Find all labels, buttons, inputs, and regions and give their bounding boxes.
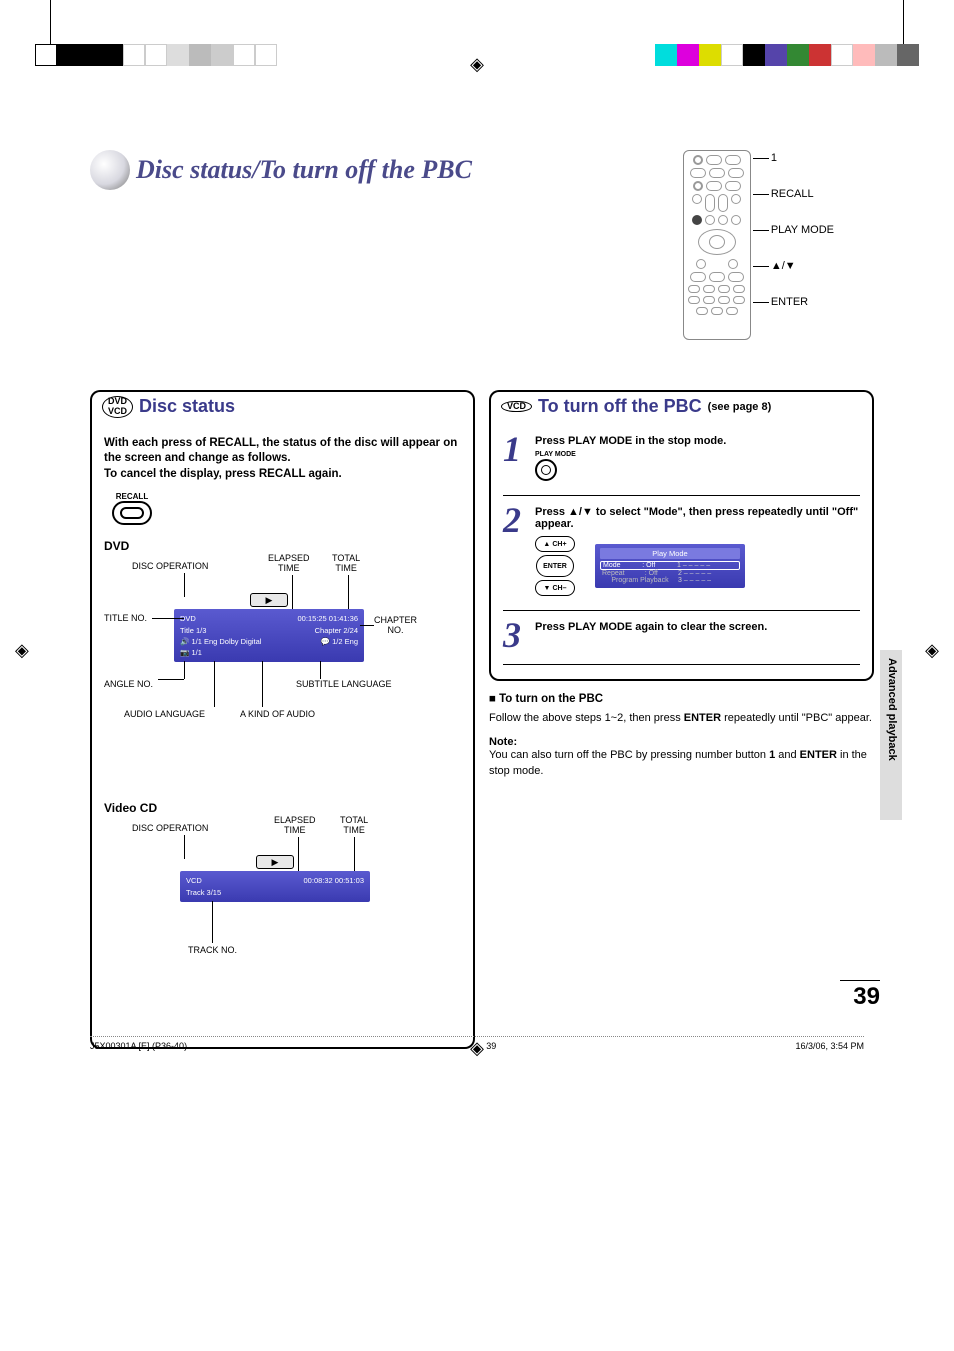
intro-text-2: To cancel the display, press RECALL agai… [104,468,342,480]
disc-status-title: Disc status [139,396,235,417]
callout-track-no: TRACK NO. [188,945,237,955]
play-mode-osd: Play Mode Mode: Off1 – – – – – Repeat: O… [595,544,745,588]
callout-disc-operation: DISC OPERATION [132,561,208,571]
remote-control-diagram: 1 RECALL PLAY MODE ▲/▼ ENTER [683,150,834,340]
page-number: 39 [840,980,880,1011]
registration-mark-bottom: ◈ [470,1038,484,1059]
step-number-2: 2 [503,506,527,596]
footer-right: 16/3/06, 3:54 PM [795,1041,864,1051]
note-text: You can also turn off the PBC by pressin… [489,748,874,779]
pbc-subtitle: (see page 8) [708,401,772,413]
callout-subtitle-lang: SUBTITLE LANGUAGE [296,679,392,689]
note-label: Note: [489,736,874,748]
callout-audio-kind: A KIND OF AUDIO [240,709,315,719]
callout-audio-lang: AUDIO LANGUAGE [124,709,205,719]
turn-on-pbc-title: ■ To turn on the PBC [489,693,874,705]
callout-vcd-elapsed: ELAPSED TIME [274,815,316,835]
dpad-up-icon: ▲▲CH+CH+ [535,536,575,552]
play-indicator-icon-2: ▶ [256,855,294,869]
callout-total: TOTAL TIME [332,553,360,573]
step-number-1: 1 [503,435,527,481]
play-indicator-icon: ▶ [250,593,288,607]
pbc-title: To turn off the PBC [538,396,702,417]
dvd-heading: DVD [104,539,461,553]
dpad-enter-icon: ENTER [536,555,574,577]
dvd-osd-box: DVD00:15:25 01:41:36 Title 1/3Chapter 2/… [174,609,364,662]
page-title: Disc status/To turn off the PBC [136,155,472,185]
pbc-header: VCD To turn off the PBC (see page 8) [489,390,874,421]
recall-button-figure: RECALL [112,492,461,525]
play-mode-button-figure: PLAY MODE [535,451,860,481]
remote-label-enter: ENTER [771,296,834,308]
title-ornament-icon [90,150,130,190]
callout-title-no: TITLE NO. [104,613,147,623]
dpad-down-icon: ▼CH– [535,580,575,596]
footer-center: 39 [486,1041,496,1051]
remote-label-recall: RECALL [771,188,834,200]
step-number-3: 3 [503,621,527,650]
vcd-badge: VCD [501,401,532,413]
dvd-vcd-badge: DVD VCD [102,396,133,418]
remote-label-1: 1 [771,152,834,164]
turn-on-pbc-text: Follow the above steps 1~2, then press E… [489,711,874,726]
footer-left: J5X00301A [E] (P36-40) [90,1041,187,1051]
callout-angle-no: ANGLE NO. [104,679,153,689]
callout-vcd-total: TOTAL TIME [340,815,368,835]
intro-text-1: With each press of RECALL, the status of… [104,437,457,465]
callout-chapter-no: CHAPTER NO. [374,615,417,635]
step1-text: Press PLAY MODE in the stop mode. [535,435,726,447]
step3-text: Press PLAY MODE again to clear the scree… [535,621,767,633]
side-tab-label: Advanced playback [886,658,898,761]
remote-label-arrows: ▲/▼ [771,260,834,272]
vcd-osd-box: VCD00:08:32 00:51:03 Track 3/15 [180,871,370,902]
dpad-figure: ▲▲CH+CH+ ENTER ▼CH– [535,536,575,596]
remote-label-playmode: PLAY MODE [771,224,834,236]
vcd-heading: Video CD [104,801,461,815]
callout-vcd-disc-op: DISC OPERATION [132,823,208,833]
disc-status-header: DVD VCD Disc status [90,390,475,422]
callout-elapsed: ELAPSED TIME [268,553,310,573]
